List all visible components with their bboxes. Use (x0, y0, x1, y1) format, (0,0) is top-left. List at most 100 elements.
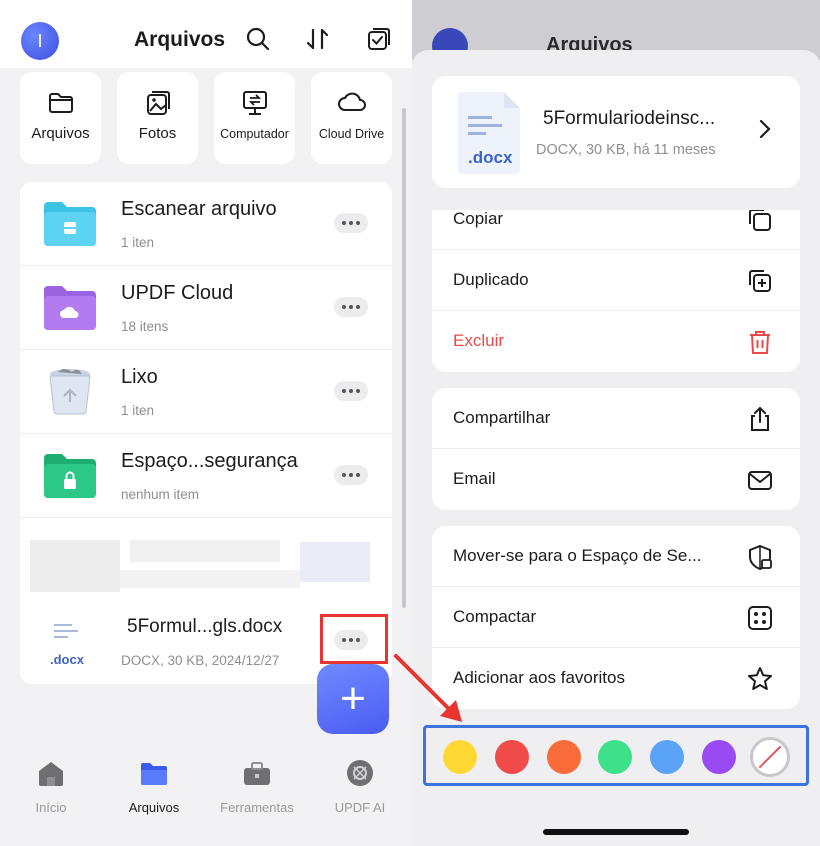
item-name: Lixo (121, 366, 158, 388)
quick-photos[interactable]: Fotos (117, 72, 198, 164)
quick-access: Arquivos Fotos Computador Cloud Drive (20, 72, 392, 164)
copy-option[interactable]: Copiar (432, 210, 800, 250)
file-info-card[interactable]: .docx 5Formulariodeinsc... DOCX, 30 KB, … (432, 76, 800, 188)
delete-option[interactable]: Excluir (432, 311, 800, 372)
home-indicator (543, 829, 689, 835)
share-group: Compartilhar Email (432, 388, 800, 510)
tab-home[interactable]: Início (1, 758, 101, 815)
item-name: Escanear arquivo (121, 198, 277, 220)
chevron-right-icon (759, 119, 771, 139)
list-item-updf-cloud[interactable]: UPDF Cloud 18 itens (20, 266, 392, 350)
home-icon (39, 762, 63, 786)
option-label: Duplicado (453, 270, 529, 289)
tab-label: UPDF AI (334, 800, 386, 815)
item-count: 18 itens (121, 319, 169, 334)
file-name: 5Formul...gls.docx (127, 616, 283, 637)
option-label: Compartilhar (453, 408, 551, 427)
move-to-secure-space-option[interactable]: Mover-se para o Espaço de Se... (432, 526, 800, 587)
file-name: 5Formulariodeinsc... (543, 108, 716, 129)
add-button[interactable]: + (317, 664, 389, 734)
quick-label: Fotos (138, 125, 177, 142)
no-color[interactable] (750, 737, 790, 777)
share-option[interactable]: Compartilhar (432, 388, 800, 449)
files-screen: I Arquivos Arquivos Fotos Computador Clo… (0, 0, 412, 846)
tab-tools[interactable]: Ferramentas (207, 758, 307, 815)
trash-icon (49, 369, 91, 415)
color-green[interactable] (598, 740, 632, 774)
duplicate-icon (749, 270, 771, 292)
copy-icon (749, 210, 771, 231)
avatar-letter: I (37, 30, 43, 51)
list-item-secure-space[interactable]: Espaço...segurança nenhum item (20, 434, 392, 518)
action-sheet: .docx 5Formulariodeinsc... DOCX, 30 KB, … (412, 50, 820, 846)
tab-updf-ai[interactable]: UPDF AI (310, 758, 410, 815)
quick-label: Computador (220, 127, 289, 141)
mail-icon (748, 471, 772, 490)
compress-option[interactable]: Compactar (432, 587, 800, 648)
highlight-more-button (320, 614, 388, 664)
sort-icon[interactable] (305, 26, 331, 52)
toolbox-icon (244, 762, 270, 785)
item-count: nenhum item (121, 487, 200, 502)
trash-icon (750, 331, 770, 354)
list-item-trash[interactable]: Lixo 1 iten (20, 350, 392, 434)
scrollbar[interactable] (402, 108, 406, 608)
quick-label: Arquivos (31, 125, 90, 142)
star-icon (748, 667, 772, 690)
tab-files[interactable]: Arquivos (104, 758, 204, 815)
more-button[interactable] (334, 297, 368, 317)
quick-cloud-drive[interactable]: Cloud Drive (311, 72, 392, 164)
cloud-folder-icon (44, 286, 96, 330)
file-meta: DOCX, 30 KB, 2024/12/27 (121, 653, 280, 668)
blurred-item (20, 518, 392, 598)
tab-label: Arquivos (128, 800, 180, 815)
folder-icon (48, 93, 73, 113)
more-button[interactable] (334, 465, 368, 485)
page-title: Arquivos (134, 28, 226, 51)
quick-label: Cloud Drive (318, 127, 385, 141)
file-options-screen: Arquivos .docx 5Formulariodeinsc... DOCX… (412, 0, 820, 846)
color-yellow[interactable] (443, 740, 477, 774)
cloud-icon (337, 92, 366, 111)
color-blue[interactable] (650, 740, 684, 774)
file-extension: .docx (50, 652, 84, 667)
tab-label: Ferramentas (220, 800, 294, 815)
list-item-scan[interactable]: Escanear arquivo 1 iten (20, 182, 392, 266)
option-label: Copiar (453, 210, 504, 228)
lock-folder-icon (44, 454, 96, 498)
quick-computer[interactable]: Computador (214, 72, 295, 164)
file-extension: .docx (468, 148, 513, 167)
docx-file-icon: .docx (50, 610, 96, 667)
select-icon[interactable] (366, 26, 392, 52)
more-button[interactable] (334, 213, 368, 233)
organize-group: Mover-se para o Espaço de Se... Compacta… (432, 526, 800, 709)
item-name: Espaço...segurança (121, 450, 298, 472)
search-icon[interactable] (245, 26, 271, 52)
plus-icon: + (340, 674, 366, 723)
tab-bar: Início Arquivos Ferramentas UPDF AI (0, 740, 412, 846)
photos-icon (146, 91, 170, 115)
option-label: Excluir (453, 331, 505, 350)
option-label: Adicionar aos favoritos (453, 668, 625, 687)
add-to-favorites-option[interactable]: Adicionar aos favoritos (432, 648, 800, 709)
file-actions-group: Copiar Duplicado Excluir (432, 210, 800, 372)
option-label: Compactar (453, 607, 537, 626)
scan-folder-icon (44, 202, 96, 246)
top-bar: I Arquivos (0, 0, 412, 68)
share-icon (751, 406, 769, 431)
more-button[interactable] (334, 381, 368, 401)
file-list: Escanear arquivo 1 iten UPDF Cloud 18 it… (20, 182, 392, 684)
item-name: UPDF Cloud (121, 282, 234, 304)
option-label: Mover-se para o Espaço de Se... (453, 546, 702, 565)
avatar[interactable]: I (21, 22, 59, 60)
annotation-arrow (394, 654, 462, 722)
duplicate-option[interactable]: Duplicado (432, 250, 800, 311)
color-red[interactable] (495, 740, 529, 774)
color-purple[interactable] (702, 740, 736, 774)
computer-icon (242, 91, 267, 115)
file-meta: DOCX, 30 KB, há 11 meses (536, 142, 716, 158)
quick-files[interactable]: Arquivos (20, 72, 101, 164)
color-tag-picker (423, 725, 809, 786)
color-orange[interactable] (547, 740, 581, 774)
email-option[interactable]: Email (432, 449, 800, 510)
